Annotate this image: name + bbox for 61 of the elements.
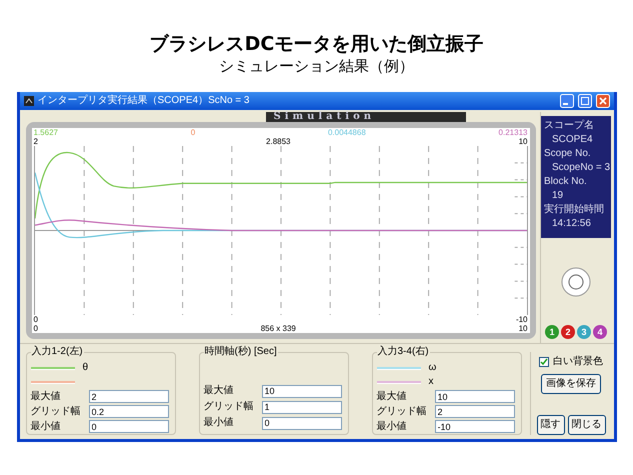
field-label: 最小値 [30, 420, 62, 432]
field-label: 最大値 [204, 385, 234, 397]
field-label: グリッド幅 [376, 406, 428, 418]
plot-size: 856 x 339 [260, 324, 296, 333]
axis-label: 10 [518, 324, 528, 333]
axis-label: -10 [516, 315, 528, 324]
hide-button[interactable]: 隠す [536, 415, 564, 435]
field-label: 最大値 [30, 390, 62, 402]
trace-value: 0 [190, 128, 196, 137]
input-field[interactable]: 10 [434, 390, 514, 403]
field-label: グリッド幅 [30, 406, 82, 418]
info-text: Scope No. [544, 147, 592, 161]
channel-badge[interactable]: 1 [545, 325, 559, 339]
field-label: 最小値 [376, 420, 408, 432]
field-label: グリッド幅 [204, 401, 254, 413]
info-text: スコープ名 [544, 119, 595, 133]
info-text: Block No. [544, 175, 588, 189]
axis-label: 2 [34, 137, 38, 146]
trace-value: 0.21313 [498, 128, 528, 137]
axis-label: 0 [34, 315, 38, 324]
axis-label: 0 [34, 324, 38, 333]
input-field[interactable]: 0.2 [88, 405, 168, 418]
info-text: 実行開始時間 [544, 203, 605, 217]
app-icon [24, 96, 34, 106]
checkbox-label: 白い背景色 [553, 356, 603, 368]
banner: Simulation [266, 112, 466, 122]
dial-icon[interactable] [561, 266, 591, 296]
info-text: 19 [551, 189, 564, 203]
close-window-button[interactable]: 閉じる [568, 415, 606, 435]
slide-title: ブラシレスDCモータを用いた倒立振子 [150, 32, 484, 56]
input-field[interactable]: 1 [262, 400, 342, 414]
field-label: 最大値 [376, 390, 408, 402]
field-label: 最小値 [204, 417, 234, 429]
trace-value: 0.0044868 [328, 128, 366, 137]
maximize-button[interactable] [578, 94, 592, 108]
legend-label: θ [82, 362, 88, 374]
slide-subtitle: シミュレーション結果（例） [219, 56, 414, 76]
window-title: インタープリタ実行結果（SCOPE4）ScNo = 3 [38, 95, 250, 107]
input-field[interactable]: -10 [434, 420, 514, 433]
input-field[interactable]: 2 [434, 405, 514, 418]
cursor-value: 2.8853 [266, 137, 290, 146]
input-field[interactable]: 0 [88, 420, 168, 433]
save-image-button[interactable]: 画像を保存 [541, 374, 601, 394]
checkbox[interactable] [539, 357, 549, 367]
input-field[interactable]: 0 [262, 416, 342, 430]
channel-badge[interactable]: 2 [561, 325, 575, 339]
info-text: 14:12:56 [551, 217, 592, 231]
minimize-button[interactable] [560, 94, 574, 108]
input-field[interactable]: 10 [262, 384, 342, 398]
trace-value: 1.5627 [34, 128, 58, 137]
info-text: SCOPE4 [551, 133, 594, 147]
input-field[interactable]: 2 [88, 390, 168, 403]
info-text: ScopeNo = 3 [551, 161, 608, 175]
close-button[interactable] [596, 94, 610, 108]
legend-label: ω [428, 362, 436, 374]
axis-label: 10 [518, 137, 528, 146]
channel-badge[interactable]: 4 [593, 325, 607, 339]
legend-label: x [428, 376, 434, 388]
group-title: 入力3-4(右) [376, 346, 430, 358]
group-title: 時間軸(秒) [Sec] [204, 346, 278, 358]
group-title: 入力1-2(左) [30, 346, 84, 358]
